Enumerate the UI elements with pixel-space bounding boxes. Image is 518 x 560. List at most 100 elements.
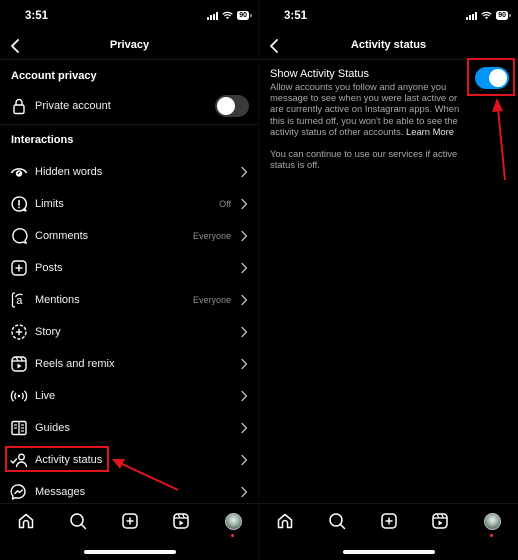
row-live[interactable]: Live bbox=[0, 381, 259, 411]
row-value: Off bbox=[219, 199, 231, 209]
show-activity-status-toggle[interactable] bbox=[475, 67, 509, 89]
guides-icon bbox=[10, 419, 28, 437]
setting-description: Allow accounts you follow and anyone you… bbox=[270, 81, 462, 137]
row-label: Limits bbox=[35, 198, 64, 210]
tab-reels[interactable] bbox=[430, 511, 450, 531]
row-label: Story bbox=[35, 326, 61, 338]
reels-icon bbox=[432, 513, 448, 529]
row-mentions[interactable]: a Mentions Everyone bbox=[0, 285, 259, 315]
profile-avatar bbox=[224, 512, 242, 530]
setting-title: Show Activity Status bbox=[270, 68, 370, 80]
page-title: Privacy bbox=[109, 39, 150, 51]
row-story[interactable]: Story bbox=[0, 317, 259, 347]
story-add-icon bbox=[10, 323, 28, 341]
svg-text:a: a bbox=[16, 295, 23, 307]
cellular-signal-icon bbox=[466, 11, 478, 20]
activity-status-screen: 3:51 90 Activity status Show Activity St… bbox=[259, 0, 518, 560]
chevron-right-icon bbox=[241, 422, 248, 434]
create-icon bbox=[122, 513, 138, 529]
toggle-knob bbox=[489, 69, 507, 87]
tab-create[interactable] bbox=[379, 511, 399, 531]
chevron-right-icon bbox=[241, 358, 248, 370]
tab-profile[interactable] bbox=[482, 511, 502, 531]
row-label: Mentions bbox=[35, 294, 80, 306]
tab-search[interactable] bbox=[327, 511, 347, 531]
reels-icon bbox=[10, 355, 28, 373]
row-reels-and-remix[interactable]: Reels and remix bbox=[0, 349, 259, 379]
tab-search[interactable] bbox=[68, 511, 88, 531]
nav-bar: Activity status bbox=[259, 32, 518, 60]
tab-create[interactable] bbox=[120, 511, 140, 531]
private-account-toggle[interactable] bbox=[215, 95, 249, 117]
activity-status-setting: Show Activity Status Allow accounts you … bbox=[270, 68, 462, 137]
row-label: Messages bbox=[35, 486, 86, 498]
row-value: Everyone bbox=[192, 295, 231, 305]
chevron-right-icon bbox=[241, 166, 248, 178]
status-bar: 3:51 90 bbox=[259, 0, 518, 32]
add-post-icon bbox=[10, 259, 28, 277]
tab-home[interactable] bbox=[275, 511, 295, 531]
chevron-right-icon bbox=[241, 486, 248, 498]
learn-more-link[interactable]: Learn More bbox=[406, 126, 454, 137]
status-time: 3:51 bbox=[284, 10, 308, 22]
live-icon bbox=[10, 387, 28, 405]
wifi-icon bbox=[222, 11, 233, 20]
row-label: Posts bbox=[35, 262, 63, 274]
toggle-knob bbox=[217, 97, 235, 115]
lock-icon bbox=[10, 97, 28, 115]
battery-indicator: 90 bbox=[496, 11, 511, 20]
notification-dot bbox=[231, 534, 234, 537]
row-label: Live bbox=[35, 390, 56, 402]
section-divider bbox=[0, 124, 259, 125]
row-guides[interactable]: Guides bbox=[0, 413, 259, 443]
eye-icon bbox=[10, 163, 28, 181]
comment-icon bbox=[10, 227, 28, 245]
private-account-label: Private account bbox=[35, 100, 111, 112]
row-label: Guides bbox=[35, 422, 70, 434]
row-label: Hidden words bbox=[35, 166, 103, 178]
row-comments[interactable]: Comments Everyone bbox=[0, 221, 259, 251]
row-value: Everyone bbox=[192, 231, 231, 241]
annotation-arrow-icon bbox=[492, 98, 506, 181]
limits-icon bbox=[10, 195, 28, 213]
activity-status-icon bbox=[10, 451, 28, 469]
tab-profile[interactable] bbox=[223, 511, 243, 531]
activity-status-note: You can continue to use our services if … bbox=[270, 148, 458, 171]
section-title-account-privacy: Account privacy bbox=[11, 70, 97, 82]
row-posts[interactable]: Posts bbox=[0, 253, 259, 283]
profile-avatar bbox=[483, 512, 501, 530]
page-title: Activity status bbox=[350, 39, 427, 51]
section-title-interactions: Interactions bbox=[11, 134, 74, 146]
chevron-right-icon bbox=[241, 294, 248, 306]
search-icon bbox=[70, 513, 87, 530]
row-label: Comments bbox=[35, 230, 89, 242]
wifi-icon bbox=[481, 11, 492, 20]
chevron-right-icon bbox=[241, 262, 248, 274]
tab-reels[interactable] bbox=[171, 511, 191, 531]
reels-icon bbox=[173, 513, 189, 529]
row-activity-status[interactable]: Activity status bbox=[0, 445, 259, 475]
home-indicator bbox=[84, 550, 176, 554]
tab-bar bbox=[0, 505, 259, 537]
privacy-screen: 3:51 90 Privacy Account privacy Private … bbox=[0, 0, 259, 560]
row-limits[interactable]: Limits Off bbox=[0, 189, 259, 219]
row-label: Reels and remix bbox=[35, 358, 115, 370]
status-time: 3:51 bbox=[25, 10, 49, 22]
tab-bar bbox=[259, 505, 518, 537]
home-icon bbox=[277, 513, 293, 529]
battery-indicator: 90 bbox=[237, 11, 252, 20]
tabbar-divider bbox=[0, 503, 259, 504]
create-icon bbox=[381, 513, 397, 529]
home-icon bbox=[18, 513, 34, 529]
at-icon: a bbox=[10, 291, 28, 309]
search-icon bbox=[329, 513, 346, 530]
chevron-right-icon bbox=[241, 326, 248, 338]
tab-home[interactable] bbox=[16, 511, 36, 531]
home-indicator bbox=[343, 550, 435, 554]
notification-dot bbox=[490, 534, 493, 537]
chevron-right-icon bbox=[241, 454, 248, 466]
messenger-icon bbox=[10, 483, 28, 501]
row-label: Activity status bbox=[35, 454, 103, 466]
row-hidden-words[interactable]: Hidden words bbox=[0, 157, 259, 187]
chevron-right-icon bbox=[241, 230, 248, 242]
